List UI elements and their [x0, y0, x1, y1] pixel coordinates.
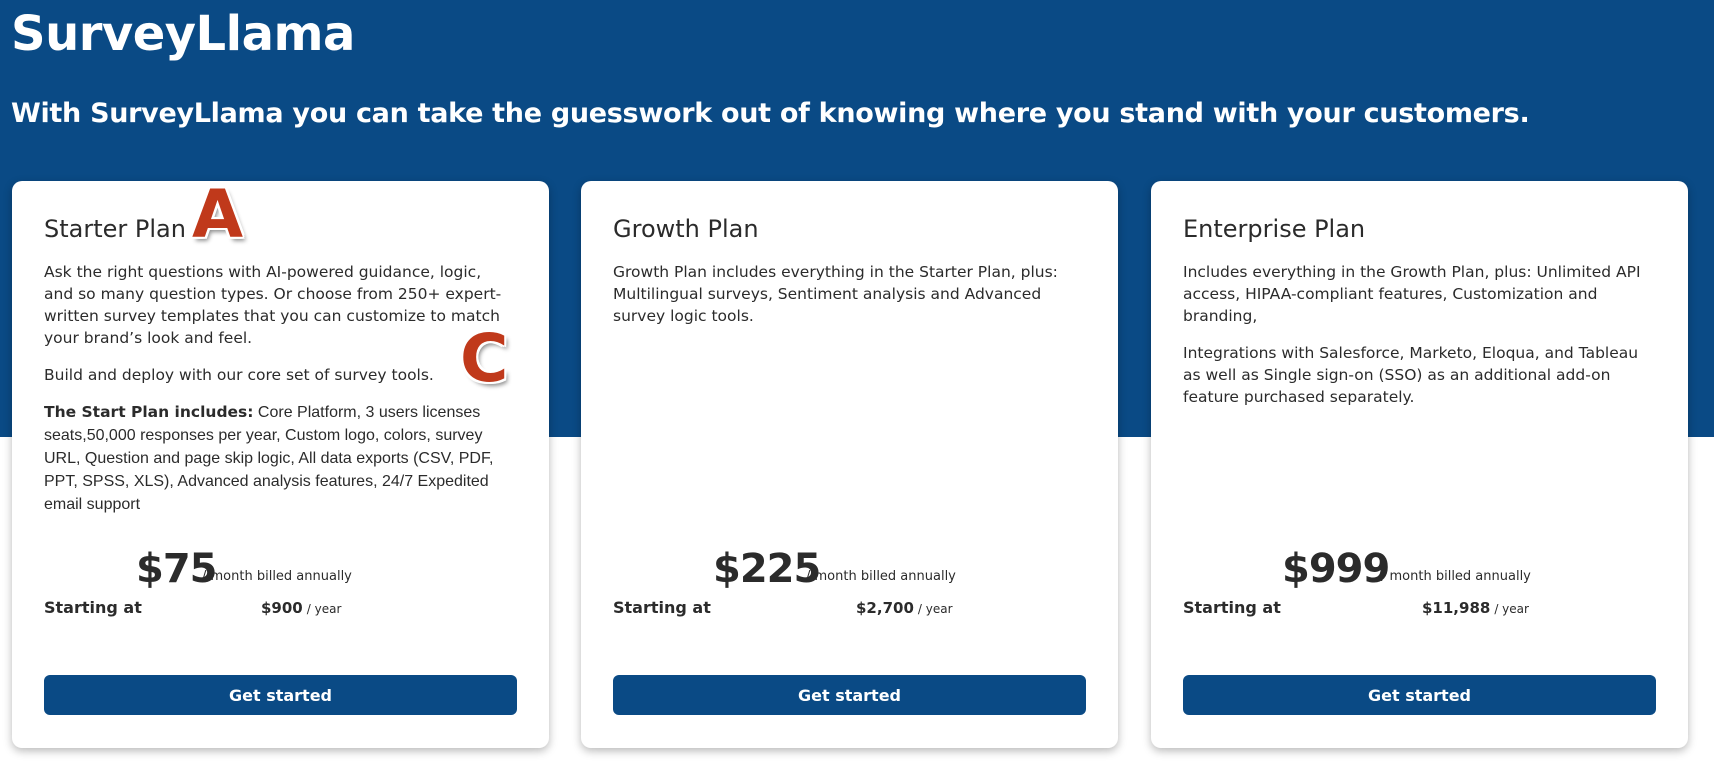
billing-note: / month billed annually [1381, 569, 1531, 584]
starting-at-label: Starting at [613, 598, 711, 617]
plan-description: Includes everything in the Growth Plan, … [1183, 261, 1653, 423]
plan-description: Ask the right questions with AI-powered … [44, 261, 514, 531]
yearly-price-group: $900/ year [261, 599, 341, 618]
plan-card-enterprise: Enterprise Plan Includes everything in t… [1151, 181, 1688, 748]
yearly-price-group: $11,988/ year [1422, 599, 1529, 618]
yearly-price: $900 [261, 599, 303, 617]
plan-includes: The Start Plan includes: Core Platform, … [44, 401, 514, 516]
plan-card-starter: Starter Plan Ask the right questions wit… [12, 181, 549, 748]
plan-description: Growth Plan includes everything in the S… [613, 261, 1083, 342]
plan-card-growth: Growth Plan Growth Plan includes everyth… [581, 181, 1118, 748]
starting-at-label: Starting at [1183, 598, 1281, 617]
plan-description-paragraph: Ask the right questions with AI-powered … [44, 263, 502, 347]
billing-note: / month billed annually [806, 569, 956, 584]
plan-description-paragraph: Includes everything in the Growth Plan, … [1183, 263, 1641, 325]
yearly-price: $2,700 [856, 599, 914, 617]
billing-note: / month billed annually [202, 569, 352, 584]
per-year-label: / year [917, 602, 953, 616]
plan-description-paragraph: Growth Plan includes everything in the S… [613, 263, 1058, 325]
price-block: $225 / month billed annually Starting at… [613, 544, 1086, 624]
plan-title: Enterprise Plan [1183, 215, 1366, 243]
monthly-price: $225 [713, 546, 821, 592]
plan-description-paragraph: Build and deploy with our core set of su… [44, 366, 434, 384]
get-started-button-enterprise[interactable]: Get started [1183, 675, 1656, 715]
per-year-label: / year [306, 602, 342, 616]
brand-logo[interactable]: SurveyLlama [11, 2, 355, 66]
tagline: With SurveyLlama you can take the guessw… [11, 98, 1530, 129]
annotation-badge-a: A [192, 176, 244, 253]
starting-at-label: Starting at [44, 598, 142, 617]
plan-title: Starter Plan [44, 215, 186, 243]
price-block: $999 / month billed annually Starting at… [1183, 544, 1656, 624]
get-started-button-growth[interactable]: Get started [613, 675, 1086, 715]
plan-description-paragraph: Integrations with Salesforce, Marketo, E… [1183, 344, 1639, 406]
get-started-button-starter[interactable]: Get started [44, 675, 517, 715]
per-year-label: / year [1494, 602, 1529, 616]
plan-includes-label: The Start Plan includes: [44, 403, 254, 421]
yearly-price: $11,988 [1422, 599, 1491, 617]
plan-title: Growth Plan [613, 215, 759, 243]
price-block: $75 / month billed annually Starting at … [44, 544, 517, 624]
annotation-badge-c: C [460, 320, 509, 397]
yearly-price-group: $2,700/ year [856, 599, 953, 618]
monthly-price: $999 [1282, 546, 1390, 592]
